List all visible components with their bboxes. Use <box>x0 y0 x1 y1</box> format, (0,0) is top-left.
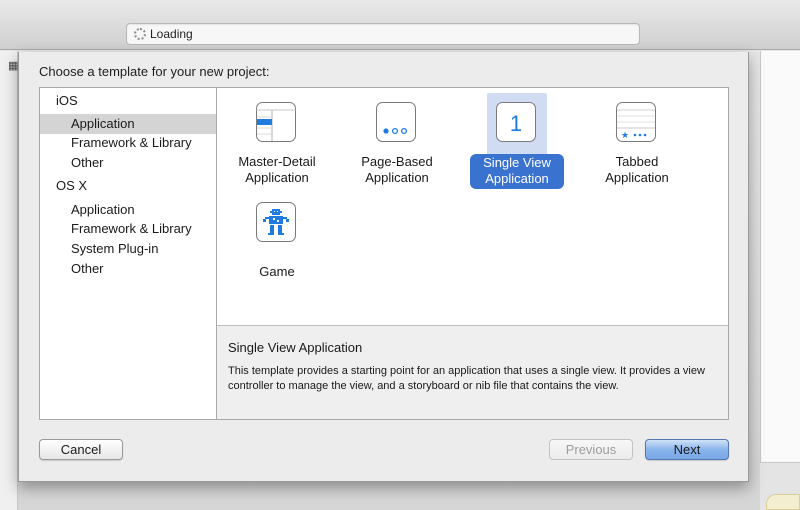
sidebar-item-osx-framework-library[interactable]: Framework & Library <box>40 219 216 239</box>
template-page-based[interactable]: Page-Based Application <box>337 88 457 188</box>
sidebar-item-ios-other[interactable]: Other <box>40 153 216 173</box>
previous-button[interactable]: Previous <box>549 439 633 460</box>
sidebar-item-osx-application[interactable]: Application <box>40 200 216 220</box>
new-project-sheet: Choose a template for your new project: … <box>18 52 749 482</box>
template-browser: Master-Detail Application Page-Based Appli… <box>216 87 729 420</box>
background-corner <box>766 494 800 510</box>
template-category-sidebar: iOS Application Framework & Library Othe… <box>39 87 217 420</box>
template-label: Page-Based Application <box>361 154 433 185</box>
game-icon <box>255 201 299 245</box>
template-single-view[interactable]: 1 Single View Application <box>457 88 577 189</box>
sidebar-item-osx-system-plugin[interactable]: System Plug-in <box>40 239 216 259</box>
svg-text:★: ★ <box>621 131 629 141</box>
page-based-icon <box>375 101 419 145</box>
sidebar-item-osx-other[interactable]: Other <box>40 259 216 279</box>
description-text: This template provides a starting point … <box>228 365 705 392</box>
background-navigator: ▦ <box>0 51 18 510</box>
activity-text: Loading <box>150 27 193 41</box>
sheet-title: Choose a template for your new project: <box>39 64 270 79</box>
background-utilities <box>760 51 800 510</box>
template-grid: Master-Detail Application Page-Based Appli… <box>217 88 728 325</box>
window-toolbar: Loading <box>0 0 800 50</box>
sidebar-group-ios: iOS <box>56 93 78 108</box>
master-detail-icon <box>255 101 299 145</box>
template-label: Single View Application <box>470 154 564 189</box>
cancel-button[interactable]: Cancel <box>39 439 123 460</box>
description-title: Single View Application <box>228 340 363 355</box>
next-button[interactable]: Next <box>645 439 729 460</box>
template-description-panel: Single View Application This template pr… <box>217 325 728 419</box>
spinner-icon <box>134 28 146 40</box>
template-game[interactable]: Game <box>217 196 337 296</box>
sidebar-group-osx: OS X <box>56 178 88 193</box>
single-view-icon: 1 <box>495 101 539 145</box>
svg-text:1: 1 <box>510 111 522 136</box>
template-label: Tabbed Application <box>605 154 669 185</box>
sidebar-item-ios-application[interactable]: Application <box>40 114 216 134</box>
template-tabbed[interactable]: ★ Tabbed Application <box>577 88 697 188</box>
sidebar-item-ios-framework-library[interactable]: Framework & Library <box>40 133 216 153</box>
template-label: Game <box>259 264 295 279</box>
template-label: Master-Detail Application <box>238 154 316 185</box>
navigator-icon: ▦ <box>8 60 19 72</box>
template-master-detail[interactable]: Master-Detail Application <box>217 88 337 188</box>
tabbed-icon: ★ <box>615 101 659 145</box>
activity-view: Loading <box>126 23 640 45</box>
